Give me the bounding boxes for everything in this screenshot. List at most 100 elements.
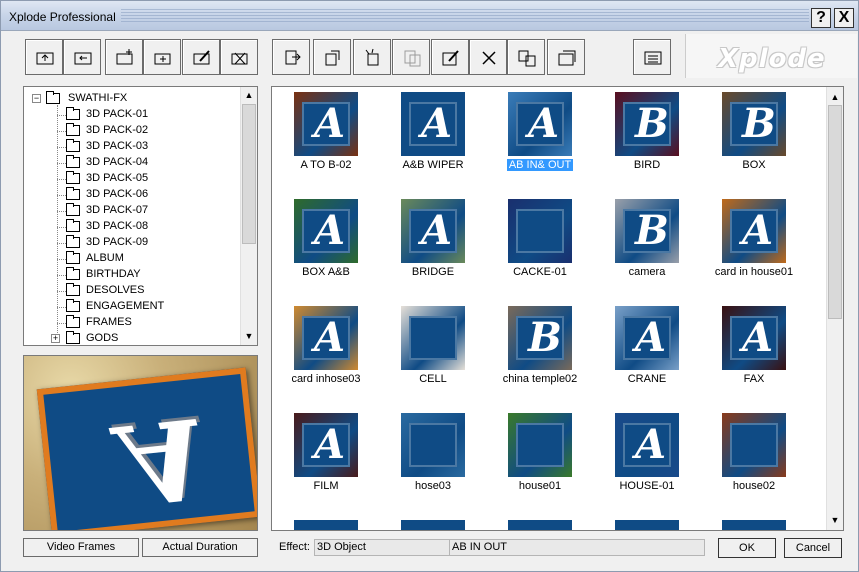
tree-branch [57,323,66,324]
folder-icon [66,251,80,264]
folder-back-button[interactable] [63,39,101,75]
tree-item[interactable]: 3D PACK-04 [52,155,232,171]
effect-thumbnail: A [294,306,358,370]
effect-tile[interactable]: A BOX A&B [276,194,376,294]
folder-icon [66,299,80,312]
effect-tile[interactable]: hose03 [383,408,483,508]
edit-effect-icon [442,50,459,66]
effect-tile[interactable]: A FILM [276,408,376,508]
folder-tree[interactable]: − SWATHI-FX 3D PACK-01 3D PACK-02 3D PACK-… [23,86,258,346]
effect-tile[interactable]: A FAX [704,301,804,401]
tree-item[interactable]: 3D PACK-01 [52,107,232,123]
properties-icon [558,50,576,66]
effect-tile[interactable]: Bcamera [597,194,697,294]
tree-item-label: ENGAGEMENT [86,300,165,312]
add-folder-button[interactable] [143,39,181,75]
delete-folder-button[interactable] [220,39,258,75]
effect-tile[interactable]: house02 [704,408,804,508]
xplode-logo: Xplode [718,44,826,74]
tree-branch [57,243,66,244]
title-stripe [121,9,809,23]
close-button[interactable]: X [834,8,854,28]
effect-tile[interactable]: B BIRD [597,87,697,187]
effect-tile[interactable]: A BRIDGE [383,194,483,294]
effect-name: BIRD [633,159,661,171]
scroll-down-icon[interactable]: ▼ [827,512,843,528]
tree-item-label: 3D PACK-09 [86,236,149,248]
details-view-button[interactable] [633,39,671,75]
collapse-icon[interactable]: − [32,94,41,103]
thumb-letter: B [742,100,776,147]
folder-up-button[interactable] [25,39,63,75]
expand-icon[interactable]: + [51,334,60,343]
tree-item[interactable]: 3D PACK-09 [52,235,232,251]
move-button[interactable] [507,39,545,75]
delete-button[interactable] [469,39,507,75]
effect-tile[interactable]: B BOX [704,87,804,187]
effect-label: Effect: [279,541,310,553]
thumb-letter: B [635,100,669,147]
effect-tile[interactable]: CELL [383,301,483,401]
export-button[interactable] [313,39,351,75]
tree-root[interactable]: − SWATHI-FX [30,91,180,107]
tree-item[interactable]: ALBUM [52,251,232,267]
tree-item[interactable]: 3D PACK-08 [52,219,232,235]
tree-item[interactable]: 3D PACK-07 [52,203,232,219]
grid-scrollbar[interactable]: ▲ ▼ [826,87,843,530]
tree-item-label: 3D PACK-02 [86,124,149,136]
effect-tile[interactable]: Bchina temple02 [490,301,590,401]
effect-tile[interactable]: A A&B WIPER [383,87,483,187]
cancel-button[interactable]: Cancel [784,538,842,558]
tree-item[interactable]: 3D PACK-06 [52,187,232,203]
effect-tile[interactable]: Acard in house01 [704,194,804,294]
effect-label: BRIDGE [383,266,483,278]
tree-item[interactable]: ENGAGEMENT [52,299,232,315]
folder-icon [66,203,80,216]
help-button[interactable]: ? [811,8,831,28]
new-folder-button[interactable] [105,39,143,75]
tree-item[interactable]: BIRTHDAY [52,267,232,283]
effect-tile[interactable]: A CRANE [597,301,697,401]
folder-icon [66,283,80,296]
scroll-up-icon[interactable]: ▲ [827,89,843,105]
ok-button[interactable]: OK [718,538,776,558]
effect-label: hose03 [383,480,483,492]
tree-scrollbar[interactable]: ▲ ▼ [240,87,257,345]
effect-tile[interactable]: CACKE-01 [490,194,590,294]
thumb-card [516,423,564,467]
edit-folder-icon [193,50,210,65]
effect-tile[interactable]: A A TO B-02 [276,87,376,187]
properties-button[interactable] [547,39,585,75]
folder-icon [66,219,80,232]
tree-item[interactable]: 3D PACK-03 [52,139,232,155]
tree-scroll-thumb[interactable] [242,104,256,244]
scroll-down-icon[interactable]: ▼ [241,328,257,344]
effect-thumbnail: B [722,92,786,156]
tree-branch [57,307,66,308]
scroll-up-icon[interactable]: ▲ [241,87,257,103]
video-frames-button[interactable]: Video Frames [23,538,139,557]
effect-tile[interactable]: A HOUSE-01 [597,408,697,508]
effect-tile[interactable]: Acard inhose03 [276,301,376,401]
edit-effect-button[interactable] [431,39,469,75]
import-button[interactable] [272,39,310,75]
effect-label: HOUSE-01 [597,480,697,492]
tree-item[interactable]: FRAMES [52,315,232,331]
preview-letter: A [114,392,213,530]
tree-item[interactable]: 3D PACK-05 [52,171,232,187]
tree-item[interactable]: 3D PACK-02 [52,123,232,139]
tree-branch [57,131,66,132]
grid-scroll-thumb[interactable] [828,105,842,319]
actual-duration-button[interactable]: Actual Duration [142,538,258,557]
export-icon [325,50,340,66]
paste-button[interactable] [392,39,430,75]
tree-item[interactable]: DESOLVES [52,283,232,299]
edit-folder-button[interactable] [182,39,220,75]
effect-tile[interactable]: house01 [490,408,590,508]
copy-button[interactable] [353,39,391,75]
effects-grid[interactable]: A A TO B-02 A A&B WIPER A AB IN& OUT B BIRD B BOX… [271,86,844,531]
effect-name: HOUSE-01 [619,480,675,492]
preview-card: A [36,367,257,530]
tree-item[interactable]: + GODS [51,331,232,345]
effect-tile[interactable]: A AB IN& OUT [490,87,590,187]
